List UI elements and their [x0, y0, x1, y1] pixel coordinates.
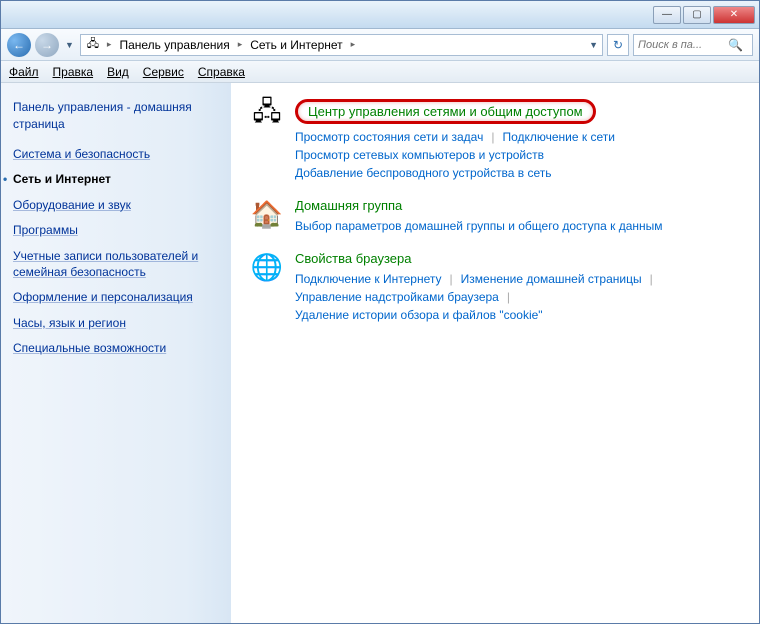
link-manage-addons[interactable]: Управление надстройками браузера [295, 288, 499, 306]
section-network-sharing: 🖧 Центр управления сетями и общим доступ… [251, 99, 739, 182]
back-button[interactable]: ← [7, 33, 31, 57]
homegroup-link[interactable]: Домашняя группа [295, 198, 739, 213]
link-add-wireless[interactable]: Добавление беспроводного устройства в се… [295, 164, 552, 182]
content-area: Панель управления - домашняя страница Си… [1, 83, 759, 623]
network-sharing-center-link[interactable]: Центр управления сетями и общим доступом [295, 99, 596, 124]
section-browser: 🌐 Свойства браузера Подключение к Интерн… [251, 251, 739, 324]
section-body: Свойства браузера Подключение к Интернет… [295, 251, 739, 324]
menu-help[interactable]: Справка [198, 65, 245, 79]
link-view-network-status[interactable]: Просмотр состояния сети и задач [295, 128, 483, 146]
link-connect-network[interactable]: Подключение к сети [502, 128, 614, 146]
section-homegroup: 🏠 Домашняя группа Выбор параметров домаш… [251, 198, 739, 235]
address-bar[interactable]: 🖧 ▸ Панель управления ▸ Сеть и Интернет … [80, 34, 603, 56]
breadcrumb-network-internet[interactable]: Сеть и Интернет [248, 38, 344, 52]
sidebar-item-accessibility[interactable]: Специальные возможности [13, 341, 219, 357]
network-center-icon: 🖧 [251, 99, 283, 131]
browser-icon: 🌐 [251, 251, 283, 283]
window-controls: — ▢ ✕ [653, 6, 755, 24]
link-change-homepage[interactable]: Изменение домашней страницы [461, 270, 642, 288]
menu-tools[interactable]: Сервис [143, 65, 184, 79]
search-box[interactable]: 🔍 [633, 34, 753, 56]
link-internet-connection[interactable]: Подключение к Интернету [295, 270, 442, 288]
section-sublinks: Выбор параметров домашней группы и общег… [295, 217, 739, 235]
sidebar-item-system-security[interactable]: Система и безопасность [13, 147, 219, 163]
network-icon: 🖧 [85, 37, 101, 53]
breadcrumb-control-panel[interactable]: Панель управления [117, 38, 231, 52]
main-panel: 🖧 Центр управления сетями и общим доступ… [231, 83, 759, 623]
link-delete-history[interactable]: Удаление истории обзора и файлов "cookie… [295, 306, 543, 324]
breadcrumb-separator: ▸ [236, 39, 245, 50]
breadcrumb-separator: ▸ [105, 39, 114, 50]
sidebar-item-user-accounts[interactable]: Учетные записи пользователей и семейная … [13, 249, 219, 280]
section-body: Центр управления сетями и общим доступом… [295, 99, 739, 182]
control-panel-window: — ▢ ✕ ← → ▼ 🖧 ▸ Панель управления ▸ Сеть… [0, 0, 760, 624]
breadcrumb-separator: ▸ [349, 39, 358, 50]
refresh-button[interactable]: ↻ [607, 34, 629, 56]
sidebar-item-hardware-sound[interactable]: Оборудование и звук [13, 198, 219, 214]
minimize-button[interactable]: — [653, 6, 681, 24]
maximize-button[interactable]: ▢ [683, 6, 711, 24]
link-homegroup-settings[interactable]: Выбор параметров домашней группы и общег… [295, 217, 663, 235]
titlebar: — ▢ ✕ [1, 1, 759, 29]
sidebar: Панель управления - домашняя страница Си… [1, 83, 231, 623]
search-input[interactable] [638, 39, 728, 51]
close-button[interactable]: ✕ [713, 6, 755, 24]
section-sublinks: Просмотр состояния сети и задач| Подключ… [295, 128, 739, 182]
menu-view[interactable]: Вид [107, 65, 129, 79]
sidebar-item-appearance[interactable]: Оформление и персонализация [13, 290, 219, 306]
address-dropdown[interactable]: ▼ [589, 40, 598, 50]
sidebar-item-clock-region[interactable]: Часы, язык и регион [13, 316, 219, 332]
navigation-bar: ← → ▼ 🖧 ▸ Панель управления ▸ Сеть и Инт… [1, 29, 759, 61]
sidebar-item-network-internet[interactable]: Сеть и Интернет [13, 172, 219, 188]
forward-button[interactable]: → [35, 33, 59, 57]
sidebar-home-link[interactable]: Панель управления - домашняя страница [13, 99, 219, 133]
sidebar-item-programs[interactable]: Программы [13, 223, 219, 239]
homegroup-icon: 🏠 [251, 198, 283, 230]
history-dropdown[interactable]: ▼ [63, 40, 76, 50]
search-icon: 🔍 [728, 38, 743, 52]
menu-file[interactable]: Файл [9, 65, 39, 79]
menu-edit[interactable]: Правка [53, 65, 94, 79]
link-view-computers[interactable]: Просмотр сетевых компьютеров и устройств [295, 146, 544, 164]
menu-bar: Файл Правка Вид Сервис Справка [1, 61, 759, 83]
section-sublinks: Подключение к Интернету| Изменение домаш… [295, 270, 739, 324]
section-body: Домашняя группа Выбор параметров домашне… [295, 198, 739, 235]
browser-properties-link[interactable]: Свойства браузера [295, 251, 739, 266]
